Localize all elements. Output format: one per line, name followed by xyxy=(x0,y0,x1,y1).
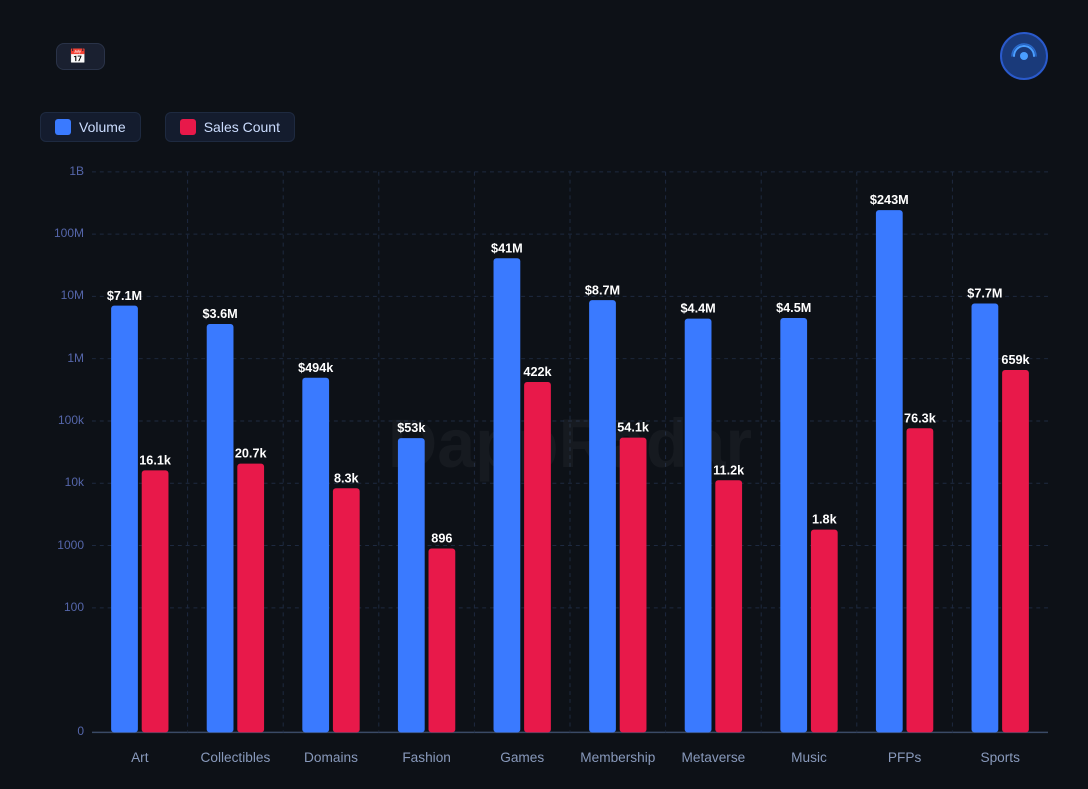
y-axis-label: 1000 xyxy=(57,538,84,552)
svg-text:Art: Art xyxy=(131,750,149,765)
chart-svg: DappRadar$7.1M16.1kArt$3.6M20.7kCollecti… xyxy=(92,162,1048,782)
main-container: 📅 Volume Sales Count 1B100M10M1M100k10k1 xyxy=(0,0,1088,789)
legend: Volume Sales Count xyxy=(40,112,1048,142)
svg-text:Domains: Domains xyxy=(304,750,358,765)
svg-text:Collectibles: Collectibles xyxy=(201,750,271,765)
y-axis-label: 10k xyxy=(65,475,84,489)
svg-text:11.2k: 11.2k xyxy=(713,462,745,477)
volume-label: Volume xyxy=(79,119,126,135)
svg-text:16.1k: 16.1k xyxy=(139,452,172,467)
svg-text:$7.1M: $7.1M xyxy=(107,288,142,303)
y-axis-label: 1B xyxy=(69,164,84,178)
svg-text:$3.6M: $3.6M xyxy=(202,306,237,321)
sales-label: Sales Count xyxy=(204,119,280,135)
volume-color-swatch xyxy=(55,119,71,135)
svg-text:896: 896 xyxy=(431,531,452,546)
svg-text:Games: Games xyxy=(500,750,544,765)
y-axis-label: 100 xyxy=(64,600,84,614)
svg-text:$243M: $243M xyxy=(870,192,909,207)
svg-text:Music: Music xyxy=(791,750,827,765)
svg-text:659k: 659k xyxy=(1001,352,1030,367)
svg-text:8.3k: 8.3k xyxy=(334,470,360,485)
svg-text:Metaverse: Metaverse xyxy=(682,750,746,765)
sales-color-swatch xyxy=(180,119,196,135)
svg-text:422k: 422k xyxy=(523,364,552,379)
chart-area: 1B100M10M1M100k10k10001000 DappRadar$7.1… xyxy=(40,162,1048,782)
y-axis-label: 0 xyxy=(77,724,84,738)
svg-text:Fashion: Fashion xyxy=(402,750,451,765)
svg-text:$494k: $494k xyxy=(298,360,334,375)
y-axis: 1B100M10M1M100k10k10001000 xyxy=(40,162,92,782)
svg-text:76.3k: 76.3k xyxy=(904,410,937,425)
chart-svg-container: DappRadar$7.1M16.1kArt$3.6M20.7kCollecti… xyxy=(92,162,1048,782)
svg-text:$41M: $41M xyxy=(491,240,523,255)
y-axis-label: 100M xyxy=(54,226,84,240)
svg-text:$53k: $53k xyxy=(397,420,426,435)
date-badge: 📅 xyxy=(56,43,105,70)
header-left: 📅 xyxy=(40,43,105,70)
svg-text:$4.5M: $4.5M xyxy=(776,300,811,315)
svg-text:20.7k: 20.7k xyxy=(235,446,268,461)
logo xyxy=(1000,32,1048,80)
svg-text:1.8k: 1.8k xyxy=(812,512,838,527)
legend-sales: Sales Count xyxy=(165,112,295,142)
y-axis-label: 10M xyxy=(61,288,84,302)
y-axis-label: 100k xyxy=(58,413,84,427)
svg-text:Sports: Sports xyxy=(980,750,1020,765)
legend-volume: Volume xyxy=(40,112,141,142)
svg-text:$7.7M: $7.7M xyxy=(967,286,1002,301)
svg-text:$4.4M: $4.4M xyxy=(680,301,715,316)
calendar-icon: 📅 xyxy=(69,48,86,65)
svg-text:Membership: Membership xyxy=(580,750,655,765)
svg-text:PFPs: PFPs xyxy=(888,750,922,765)
svg-text:54.1k: 54.1k xyxy=(617,420,650,435)
y-axis-label: 1M xyxy=(67,351,84,365)
header: 📅 xyxy=(40,32,1048,80)
svg-text:$8.7M: $8.7M xyxy=(585,282,620,297)
